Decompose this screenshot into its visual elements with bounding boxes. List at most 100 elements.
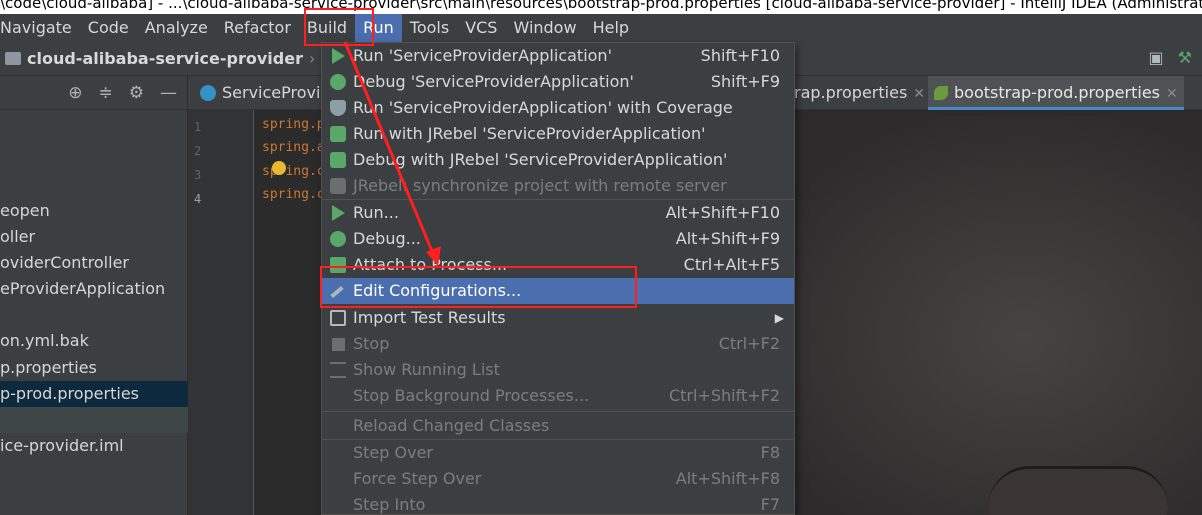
menu-item-label: Run 'ServiceProviderApplication' [353, 46, 612, 65]
coverage-icon [330, 100, 346, 116]
menu-separator [322, 411, 794, 412]
run-dropdown-menu: Run 'ServiceProviderApplication' Shift+F… [321, 42, 795, 515]
stop-icon [332, 338, 345, 351]
menu-item-shortcut: Ctrl+Shift+F2 [668, 386, 780, 405]
spring-leaf-icon [934, 86, 948, 100]
tree-node[interactable]: eProviderApplication [0, 276, 188, 302]
menu-run[interactable]: Run [355, 14, 402, 42]
menu-item-label: Stop Background Processes... [353, 386, 590, 405]
code-line[interactable]: spring.c [262, 187, 325, 202]
project-panel: ⊕ ≑ ⚙ — eopen oller oviderController ePr… [0, 76, 188, 515]
tab-service-provider[interactable]: ServiceProvid [194, 76, 337, 110]
project-toolbar: ⊕ ≑ ⚙ — [0, 76, 187, 110]
tree-row-highlight [0, 407, 188, 433]
menu-window[interactable]: Window [505, 14, 584, 42]
tab-bootstrap-properties[interactable]: rap.properties ✕ [788, 76, 931, 110]
menu-item-run-jrebel[interactable]: Run with JRebel 'ServiceProviderApplicat… [322, 121, 794, 147]
collapse-icon[interactable]: ≑ [99, 83, 113, 103]
menu-code[interactable]: Code [80, 14, 137, 42]
code-line[interactable]: spring.a [262, 140, 325, 155]
run-icon [332, 48, 345, 64]
debug-icon [330, 74, 346, 90]
menu-item-label: Step Over [353, 443, 433, 462]
menu-item-label: Force Step Over [353, 469, 482, 488]
edit-pencil-icon [330, 285, 344, 299]
line-number: 1 [194, 120, 202, 134]
attach-icon [330, 257, 346, 273]
menu-item-edit-configurations[interactable]: Edit Configurations... [322, 278, 794, 304]
run-icon [332, 205, 345, 221]
menu-vcs[interactable]: VCS [457, 14, 505, 42]
menu-item-shortcut: Alt+Shift+F8 [675, 469, 780, 488]
menu-item-label: Debug 'ServiceProviderApplication' [353, 72, 634, 91]
menu-item-show-running-list: Show Running List [322, 357, 794, 383]
editor-gutter: 1 2 3 4 [188, 110, 254, 515]
menu-build[interactable]: Build [299, 14, 355, 42]
tree-node[interactable]: p.properties [0, 355, 188, 381]
menu-item-label: Edit Configurations... [353, 281, 522, 300]
tree-node[interactable]: eopen [0, 198, 188, 224]
window-title-bar: \code\cloud-alibaba] - ...\cloud-alibaba… [0, 0, 1202, 14]
tree-node[interactable]: oller [0, 224, 188, 250]
menu-item-import-test-results[interactable]: Import Test Results ▶ [322, 305, 794, 331]
locate-icon[interactable]: ⊕ [68, 83, 82, 103]
line-number: 2 [194, 144, 202, 158]
jrebel-sync-icon [330, 178, 346, 194]
window-title: \code\cloud-alibaba] - ...\cloud-alibaba… [0, 0, 1202, 12]
layout-icon[interactable]: ▣ [1149, 48, 1164, 67]
menu-item-label: Show Running List [353, 360, 500, 379]
menu-refactor[interactable]: Refactor [216, 14, 299, 42]
build-hammer-icon[interactable]: ⚒ [1178, 48, 1192, 67]
menu-navigate[interactable]: Navigate [0, 14, 80, 42]
class-icon [200, 85, 216, 101]
hide-panel-icon[interactable]: — [160, 83, 177, 103]
tree-node-selected[interactable]: p-prod.properties [0, 381, 188, 407]
menu-item-jrebel-sync: JRebel: synchronize project with remote … [322, 173, 794, 199]
intention-bulb-icon[interactable] [272, 161, 286, 175]
menu-item-debug-jrebel[interactable]: Debug with JRebel 'ServiceProviderApplic… [322, 147, 794, 173]
tree-node[interactable]: oviderController [0, 250, 188, 276]
menu-item-label: Stop [353, 334, 390, 353]
menu-help[interactable]: Help [585, 14, 637, 42]
tree-node[interactable]: on.yml.bak [0, 328, 188, 354]
tab-label: bootstrap-prod.properties [954, 83, 1160, 102]
menu-item-label: Run 'ServiceProviderApplication' with Co… [353, 98, 733, 117]
menu-item-run[interactable]: Run... Alt+Shift+F10 [322, 200, 794, 226]
menu-item-label: Run with JRebel 'ServiceProviderApplicat… [353, 124, 706, 143]
menu-item-debug-app[interactable]: Debug 'ServiceProviderApplication' Shift… [322, 69, 794, 95]
menu-analyze[interactable]: Analyze [137, 14, 216, 42]
menu-item-label: Import Test Results [353, 308, 506, 327]
menu-item-label: Step Into [353, 495, 426, 514]
settings-gear-icon[interactable]: ⚙ [129, 83, 144, 103]
menu-item-debug[interactable]: Debug... Alt+Shift+F9 [322, 226, 794, 252]
close-icon[interactable]: ✕ [1166, 86, 1178, 102]
menu-item-step-over: Step Over F8 [322, 440, 794, 466]
menu-item-label: Debug... [353, 229, 421, 248]
menu-item-label: Run... [353, 203, 399, 222]
code-line[interactable]: spring.p [262, 117, 325, 132]
line-number: 3 [194, 168, 202, 182]
menu-tools[interactable]: Tools [402, 14, 457, 42]
menu-item-stop: Stop Ctrl+F2 [322, 331, 794, 357]
close-icon[interactable]: ✕ [913, 86, 925, 102]
menu-item-run-app[interactable]: Run 'ServiceProviderApplication' Shift+F… [322, 43, 794, 69]
tab-bootstrap-prod-properties[interactable]: bootstrap-prod.properties ✕ [928, 76, 1184, 110]
breadcrumb-separator-icon: › [308, 49, 316, 68]
tab-label: ServiceProvid [222, 83, 331, 102]
menu-item-label: Attach to Process... [353, 255, 508, 274]
menu-item-run-coverage[interactable]: Run 'ServiceProviderApplication' with Co… [322, 95, 794, 121]
menu-item-attach-process[interactable]: Attach to Process... Ctrl+Alt+F5 [322, 252, 794, 278]
menu-item-shortcut: Ctrl+Alt+F5 [683, 255, 780, 274]
list-icon [330, 362, 346, 378]
background-image [748, 116, 1202, 515]
menu-item-shortcut: Ctrl+F2 [718, 334, 780, 353]
tree-node[interactable]: ice-provider.iml [0, 433, 188, 459]
breadcrumb-project[interactable]: cloud-alibaba-service-provider [27, 49, 303, 68]
debug-icon [330, 231, 346, 247]
background-image-detail [988, 466, 1168, 515]
tab-label: rap.properties [794, 83, 908, 102]
menu-item-shortcut: Alt+Shift+F9 [675, 229, 780, 248]
jrebel-run-icon [330, 126, 346, 142]
menu-item-label: Reload Changed Classes [353, 416, 550, 435]
menu-item-label: JRebel: synchronize project with remote … [353, 176, 727, 195]
